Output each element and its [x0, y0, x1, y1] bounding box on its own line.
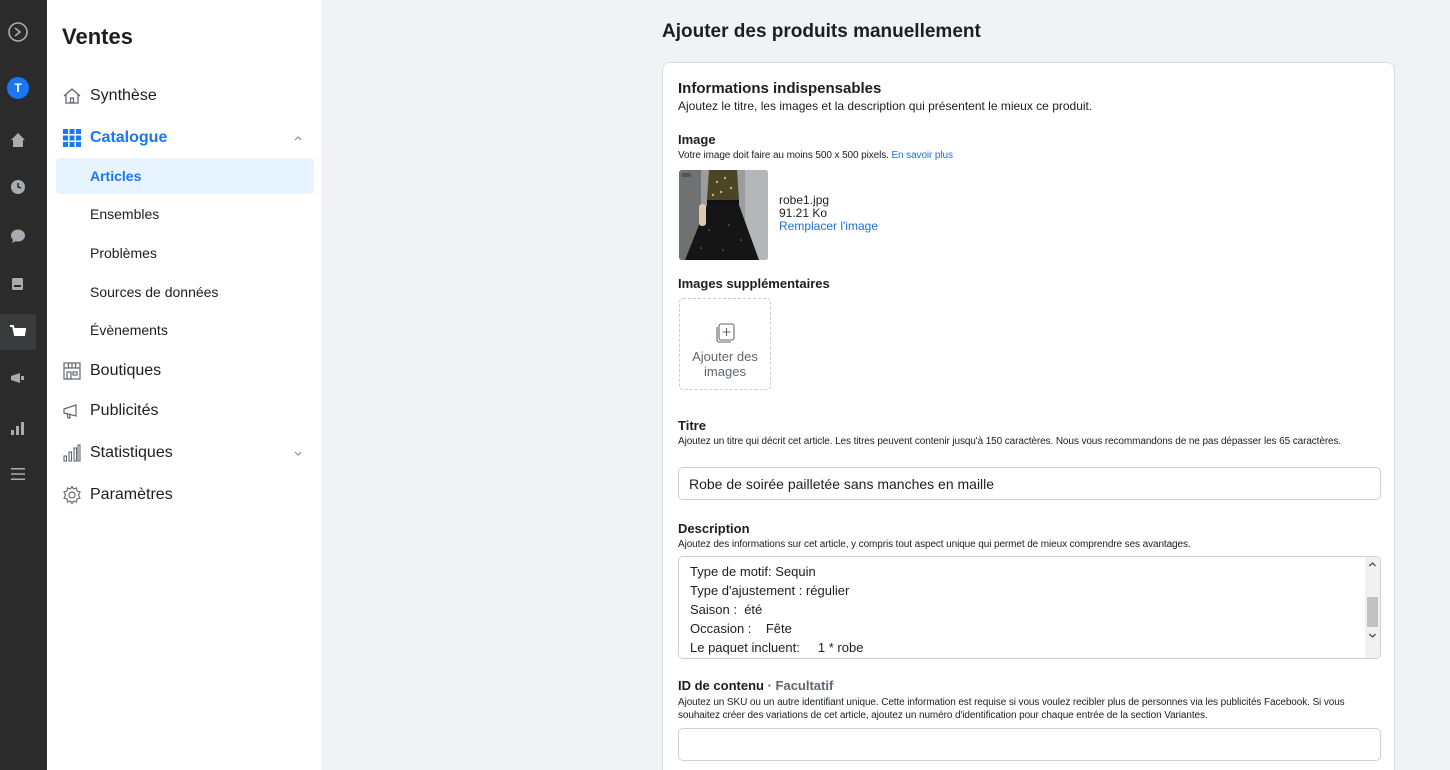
- image-hint: Votre image doit faire au moins 500 x 50…: [678, 150, 953, 161]
- learn-more-link[interactable]: En savoir plus: [891, 150, 953, 161]
- title-hint: Ajoutez un titre qui décrit cet article.…: [678, 436, 1342, 447]
- nav-synthese[interactable]: Synthèse: [61, 78, 313, 114]
- sub-item-evenements[interactable]: Évènements: [56, 312, 314, 348]
- replace-image-link[interactable]: Remplacer l'image: [779, 220, 878, 233]
- description-textarea[interactable]: Type de motif: Sequin Type d'ajustement …: [678, 556, 1381, 659]
- content-id-label: ID de contenu · Facultatif: [678, 678, 834, 693]
- content-id-hint: Ajoutez un SKU ou un autre identifiant u…: [678, 697, 1345, 721]
- sub-item-articles[interactable]: Articles: [56, 158, 314, 194]
- app-rail: T: [0, 0, 47, 770]
- gear-icon: [61, 484, 83, 506]
- megaphone-icon[interactable]: [0, 364, 36, 392]
- image-label: Image: [678, 132, 716, 147]
- sub-item-ensembles[interactable]: Ensembles: [56, 196, 314, 232]
- scroll-down-icon[interactable]: [1368, 631, 1377, 640]
- nav-boutiques-label: Boutiques: [90, 362, 162, 379]
- scroll-up-icon[interactable]: [1368, 560, 1377, 569]
- description-scrollbar[interactable]: [1365, 557, 1380, 658]
- nav-boutiques[interactable]: Boutiques: [61, 353, 313, 389]
- nav-statistiques[interactable]: Statistiques: [61, 435, 313, 471]
- nav-parametres[interactable]: Paramètres: [61, 477, 313, 513]
- profile-avatar[interactable]: T: [0, 74, 36, 102]
- optional-tag: · Facultatif: [767, 678, 834, 693]
- sales-sidebar: Ventes Synthèse Catalogue Articles Ensem…: [47, 0, 321, 770]
- messages-icon[interactable]: [0, 222, 36, 250]
- section-title: Informations indispensables: [678, 80, 882, 97]
- menu-icon[interactable]: [0, 460, 36, 488]
- grid-icon: [61, 127, 83, 149]
- add-images-button[interactable]: Ajouter des images: [679, 298, 771, 390]
- nav-catalogue-label: Catalogue: [90, 129, 168, 146]
- product-form-card: Informations indispensables Ajoutez le t…: [662, 62, 1395, 770]
- add-photo-icon: [714, 321, 736, 343]
- description-hint: Ajoutez des informations sur cet article…: [678, 539, 1191, 550]
- title-label: Titre: [678, 418, 706, 433]
- sub-item-sources[interactable]: Sources de données: [56, 274, 314, 310]
- nav-publicites[interactable]: Publicités: [61, 393, 313, 429]
- extra-images-label: Images supplémentaires: [678, 276, 830, 291]
- bar-chart-icon[interactable]: [0, 414, 36, 442]
- add-images-label-2: images: [704, 364, 746, 379]
- megaphone-outline-icon: [61, 400, 83, 422]
- product-image-thumbnail[interactable]: [679, 170, 768, 260]
- pages-icon[interactable]: [0, 270, 36, 298]
- nav-catalogue[interactable]: Catalogue: [61, 120, 313, 156]
- house-icon: [61, 85, 83, 107]
- nav-statistiques-label: Statistiques: [90, 444, 173, 461]
- bar-chart-outline-icon: [61, 442, 83, 464]
- section-description: Ajoutez le titre, les images et la descr…: [678, 99, 1093, 113]
- store-icon: [61, 360, 83, 382]
- description-label: Description: [678, 521, 750, 536]
- add-images-label-1: Ajouter des: [692, 349, 758, 364]
- image-file-info: robe1.jpg 91.21 Ko Remplacer l'image: [779, 194, 878, 233]
- page-title: Ajouter des produits manuellement: [662, 21, 981, 42]
- chevron-down-icon: [293, 445, 303, 463]
- sidebar-title: Ventes: [62, 24, 133, 49]
- description-text: Type de motif: Sequin Type d'ajustement …: [690, 564, 864, 655]
- title-input[interactable]: [678, 467, 1381, 500]
- meta-logo-icon[interactable]: [0, 18, 36, 46]
- cart-icon[interactable]: [0, 314, 36, 350]
- chevron-up-icon: [293, 130, 303, 148]
- nav-synthese-label: Synthèse: [90, 87, 157, 104]
- home-icon[interactable]: [0, 126, 36, 154]
- nav-parametres-label: Paramètres: [90, 486, 173, 503]
- nav-publicites-label: Publicités: [90, 402, 159, 419]
- scrollbar-thumb[interactable]: [1367, 597, 1378, 627]
- content-id-input[interactable]: [678, 728, 1381, 761]
- sub-item-problemes[interactable]: Problèmes: [56, 235, 314, 271]
- clock-icon[interactable]: [0, 173, 36, 201]
